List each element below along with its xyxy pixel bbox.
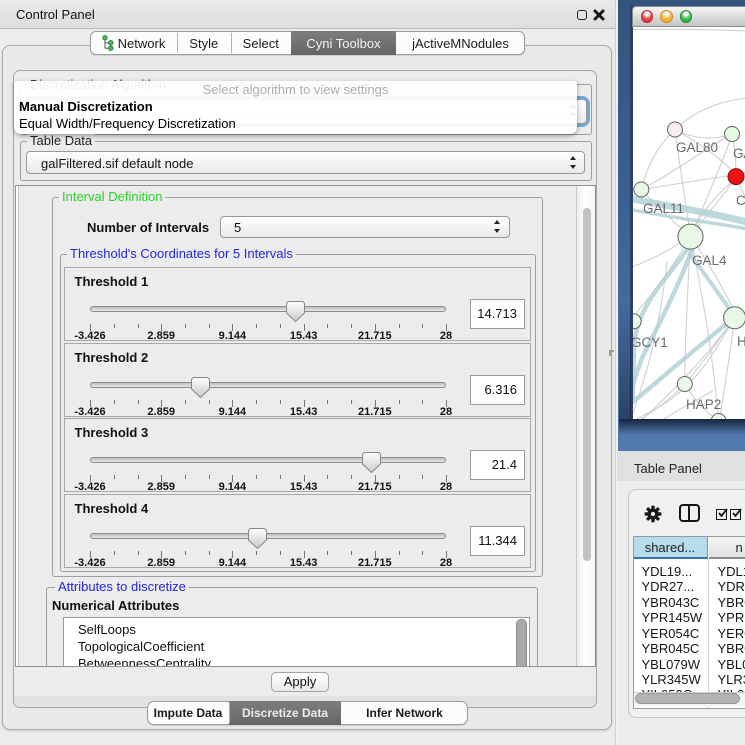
svg-text:HAP2: HAP2 xyxy=(686,397,721,412)
svg-text:GAL80: GAL80 xyxy=(676,140,718,155)
svg-text:GCY1: GCY1 xyxy=(633,335,668,350)
svg-text:HI: HI xyxy=(737,334,745,349)
svg-text:GAL4: GAL4 xyxy=(692,253,727,268)
svg-text:GAL11: GAL11 xyxy=(643,201,684,216)
svg-text:CY: CY xyxy=(736,193,745,208)
svg-text:GA: GA xyxy=(733,146,745,161)
